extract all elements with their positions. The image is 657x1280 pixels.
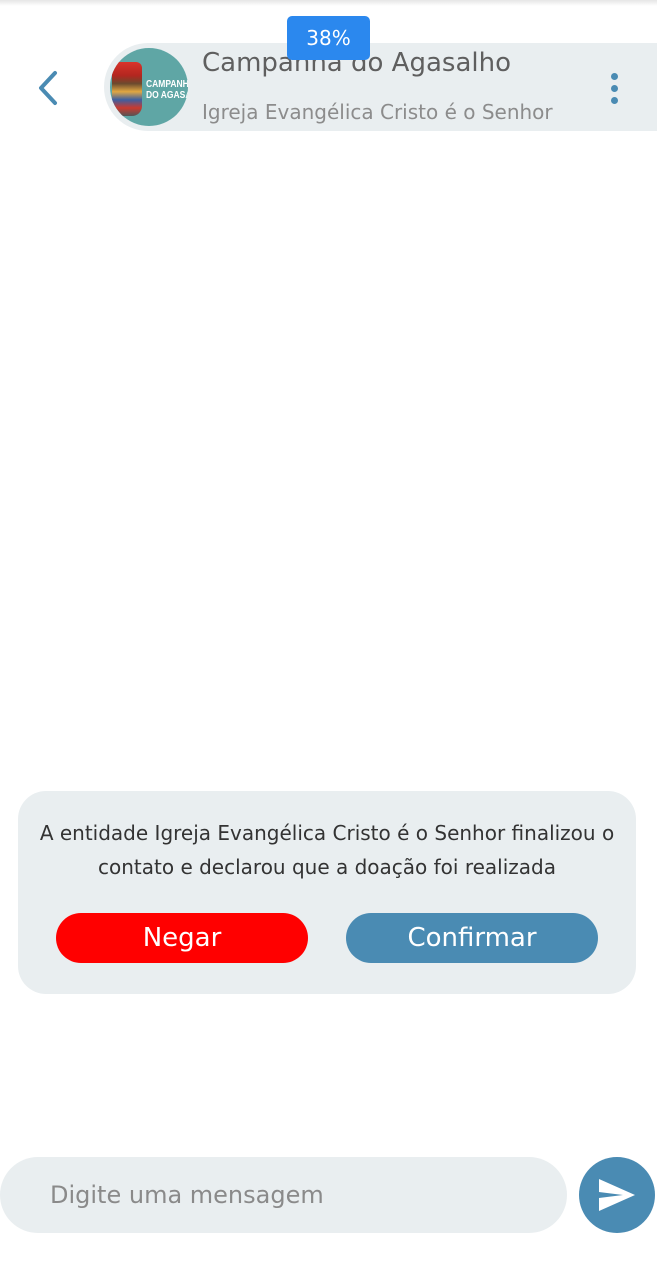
chat-subtitle: Igreja Evangélica Cristo é o Senhor (202, 100, 553, 124)
avatar-text-line2: DO AGASALHO (146, 90, 188, 101)
more-vertical-icon-dot (610, 72, 618, 80)
progress-badge: 38% (287, 16, 370, 60)
more-options-button[interactable] (598, 68, 630, 108)
back-button[interactable] (28, 66, 68, 110)
deny-button[interactable]: Negar (56, 913, 308, 963)
more-vertical-icon-dot (610, 84, 618, 92)
avatar-logo-text: CAMPANHA DO AGASALHO (146, 79, 188, 101)
avatar-text-line1: CAMPANHA (146, 79, 188, 90)
send-icon (599, 1179, 635, 1211)
top-shadow (0, 0, 657, 6)
chevron-left-icon (39, 71, 57, 105)
confirm-button[interactable]: Confirmar (346, 913, 598, 963)
send-button[interactable] (579, 1157, 655, 1233)
more-vertical-icon-dot (610, 96, 618, 104)
donation-bag-icon (112, 62, 142, 116)
message-input[interactable] (0, 1157, 567, 1233)
avatar: CAMPANHA DO AGASALHO (110, 48, 188, 126)
donation-confirmation-message: A entidade Igreja Evangélica Cristo é o … (39, 821, 615, 879)
